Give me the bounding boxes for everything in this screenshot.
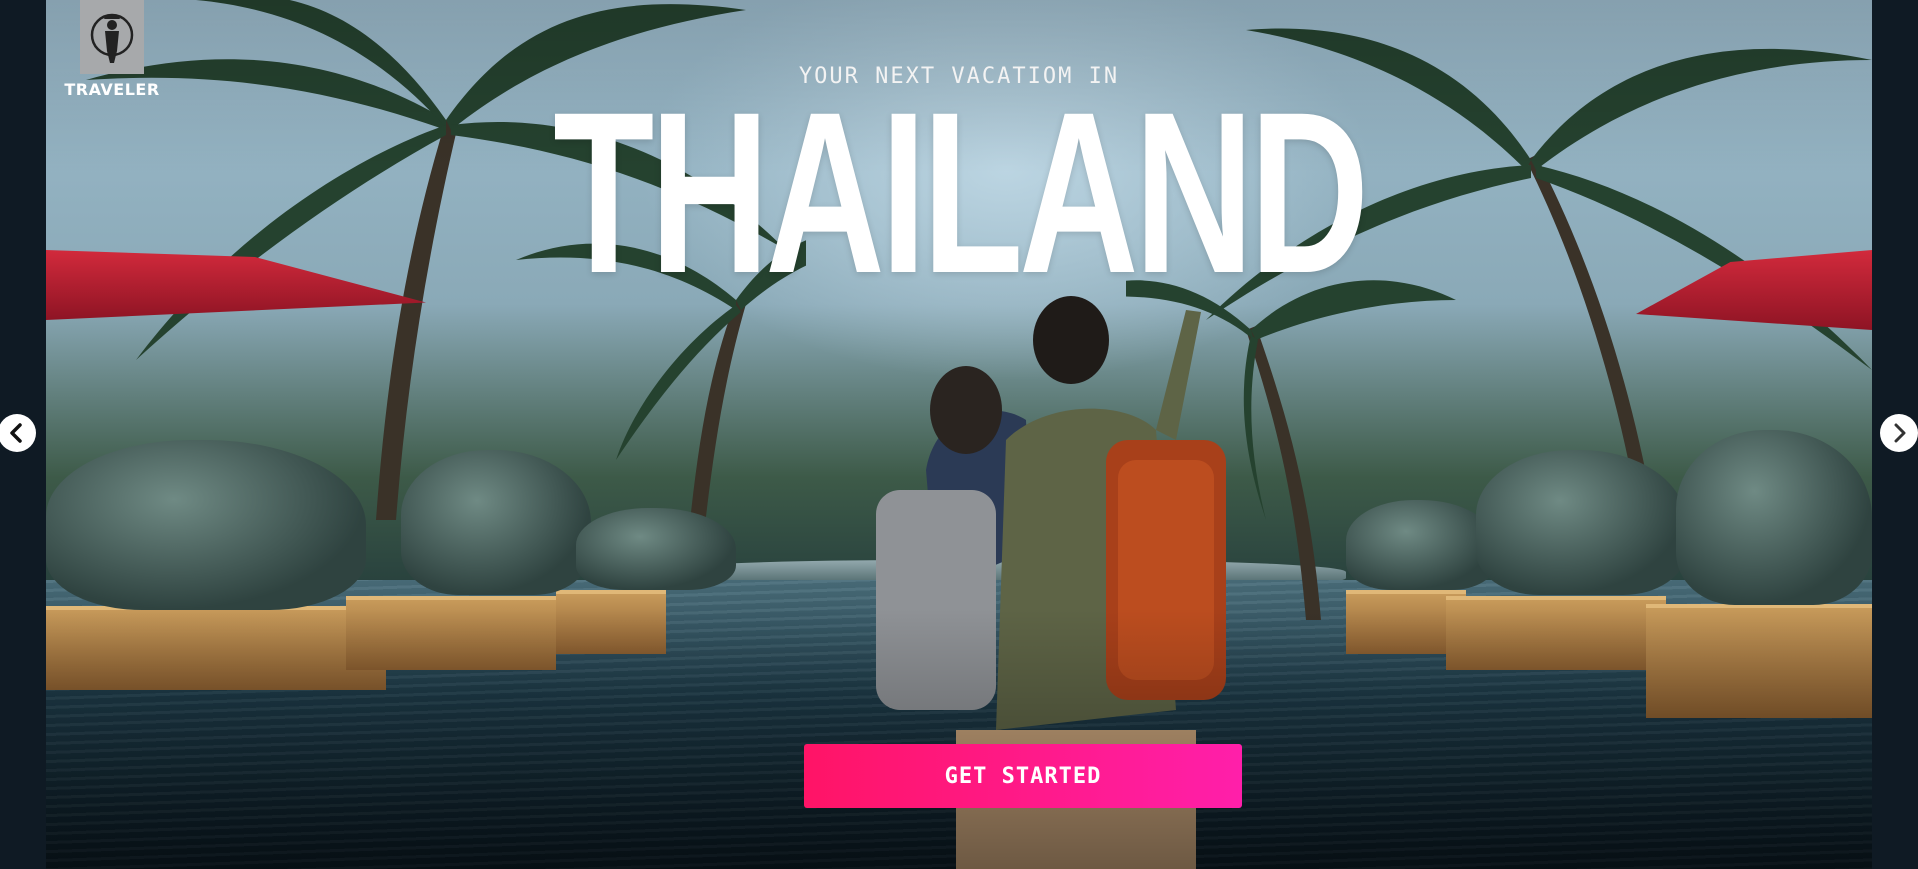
elephant-statue [401,450,591,595]
pedestal [556,590,666,654]
pedestal [46,606,386,690]
elephant-statue [46,440,366,610]
elephant-statue [1346,500,1496,590]
elephant-statue [1476,450,1686,595]
elephant-statue [1676,430,1872,605]
chevron-left-icon [10,423,22,443]
carousel-prev-button[interactable] [0,414,36,452]
hero-destination: THAILAND [553,64,1369,321]
elephant-statue [576,508,736,590]
carousel-next-button[interactable] [1880,414,1918,452]
traveler-logo-icon [80,0,144,74]
pedestal [1446,596,1666,670]
pedestal [1646,604,1872,718]
get-started-button[interactable]: GET STARTED [804,744,1242,808]
chevron-right-icon [1894,423,1906,443]
pedestal [346,596,556,670]
